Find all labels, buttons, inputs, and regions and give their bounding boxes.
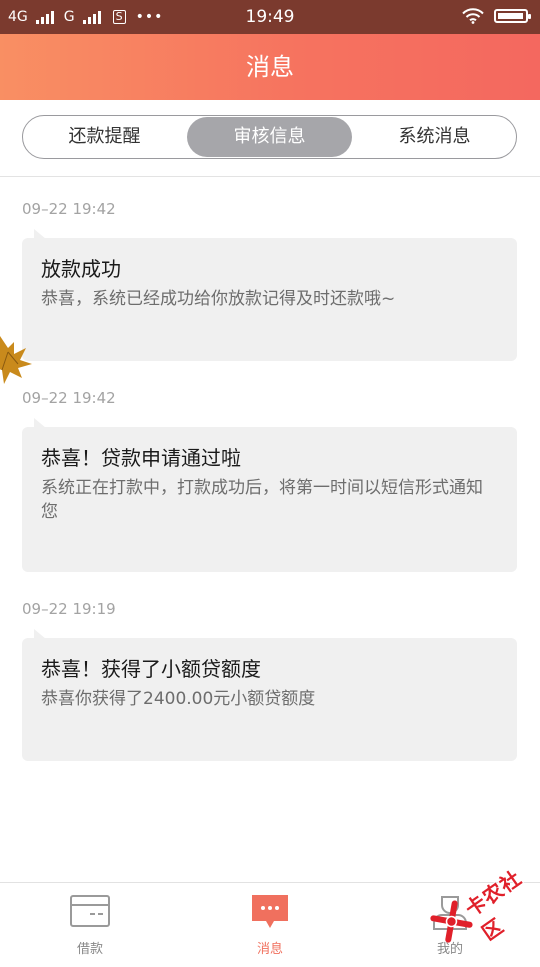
battery-icon [494, 9, 531, 23]
nav-label: 借款 [76, 942, 103, 957]
message-body: 系统正在打款中，打款成功后，将第一时间以短信形式通知您 [41, 478, 483, 522]
status-time: 19:49 [245, 7, 295, 27]
message-title: 恭喜！获得了小额贷额度 [41, 657, 261, 681]
message-title: 放款成功 [41, 257, 121, 281]
message-card[interactable]: 放款成功 恭喜，系统已经成功给你放款记得及时还款哦~ [22, 229, 517, 361]
message-icon [252, 895, 288, 928]
message-tabs: 还款提醒 审核信息 系统消息 [22, 115, 517, 159]
status-right [462, 8, 531, 24]
tab-repayment-reminder[interactable]: 还款提醒 [23, 117, 186, 157]
status-bar: 4G G S ••• 19:49 [0, 0, 540, 34]
nav-messages[interactable]: 消息 [180, 883, 360, 961]
nav-borrow[interactable]: 借款 [0, 883, 180, 961]
message-time: 09–22 19:19 [22, 600, 116, 618]
message-card[interactable]: 恭喜！贷款申请通过啦 系统正在打款中，打款成功后，将第一时间以短信形式通知您 [22, 418, 517, 572]
card-icon [70, 895, 110, 927]
message-time: 09–22 19:42 [22, 200, 116, 218]
maple-leaf-decoration-icon [0, 336, 32, 384]
message-body: 恭喜，系统已经成功给你放款记得及时还款哦~ [41, 289, 396, 309]
tab-system-messages[interactable]: 系统消息 [353, 117, 516, 157]
tab-review-info[interactable]: 审核信息 [187, 117, 352, 157]
nav-label: 消息 [256, 942, 283, 957]
message-time: 09–22 19:42 [22, 389, 116, 407]
message-body: 恭喜你获得了2400.00元小额贷额度 [41, 689, 316, 709]
wifi-icon [462, 8, 484, 24]
page-title: 消息 [0, 34, 540, 100]
message-title: 恭喜！贷款申请通过啦 [41, 446, 241, 470]
message-card[interactable]: 恭喜！获得了小额贷额度 恭喜你获得了2400.00元小额贷额度 [22, 629, 517, 761]
divider [0, 176, 540, 177]
